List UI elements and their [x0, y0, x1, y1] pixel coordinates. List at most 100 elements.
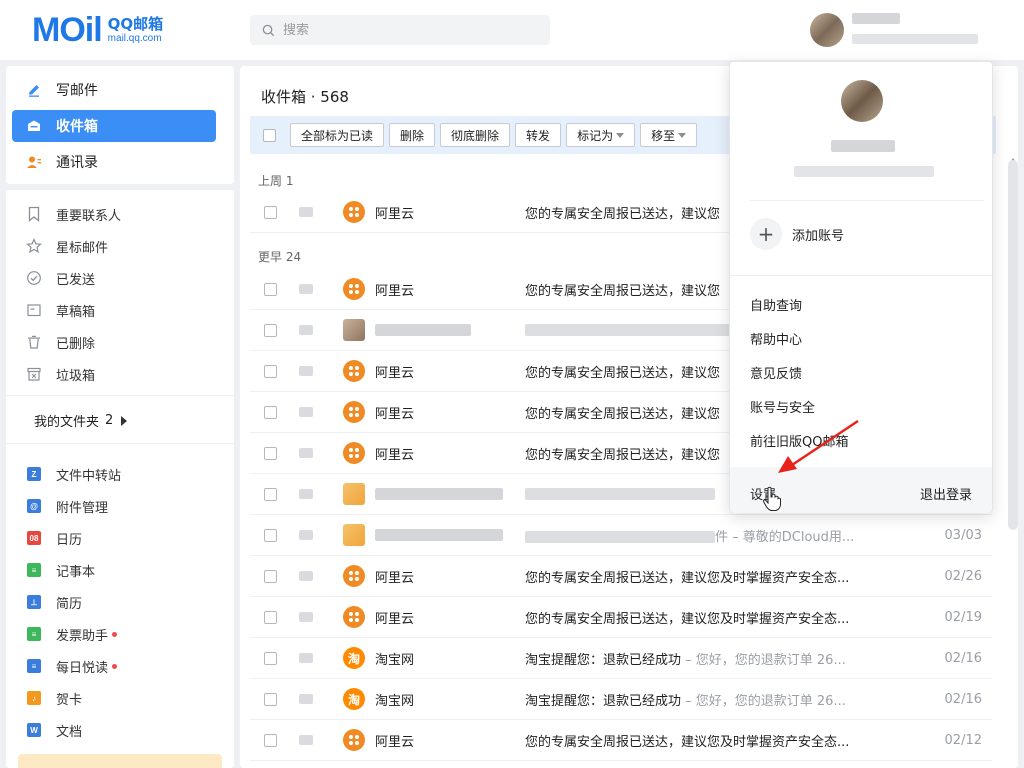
mail-row[interactable]: 淘 淘宝网 淘宝提醒您：退款已经成功 – 您好，您的退款订单 26... 02/… — [250, 638, 992, 679]
expand-arrow-icon — [121, 415, 128, 426]
move-to-dropdown[interactable]: 移至 — [640, 123, 698, 147]
row-checkbox[interactable] — [264, 569, 277, 583]
contacts-icon — [26, 154, 42, 170]
promo-banner[interactable] — [18, 754, 222, 768]
mail-row[interactable]: 阿里云 您的专属安全周报已送达，建议您及时掌握资产安全态... 02/19 — [250, 597, 992, 638]
envelope-icon — [299, 653, 313, 663]
row-checkbox[interactable] — [264, 487, 277, 501]
mark-as-dropdown[interactable]: 标记为 — [566, 123, 636, 147]
sidebar-item-deleted[interactable]: 已删除 — [26, 330, 95, 354]
sidebar-item-notepad[interactable]: ≡ 记事本 — [26, 558, 95, 582]
row-checkbox[interactable] — [264, 205, 277, 219]
row-checkbox[interactable] — [264, 610, 277, 624]
sidebar-item-label: 已删除 — [56, 336, 96, 352]
sidebar-item-documents[interactable]: W 文档 — [26, 718, 82, 742]
mail-subject: 您的专属安全周报已送达，建议您及时掌握资产安全态... — [525, 570, 850, 586]
sidebar-item-label: 附件管理 — [56, 500, 109, 516]
logo-title: QQ邮箱 — [107, 14, 164, 33]
logout-link[interactable]: 退出登录 — [920, 484, 972, 503]
select-all-checkbox[interactable] — [263, 128, 276, 142]
menu-item-feedback[interactable]: 意见反馈 — [750, 363, 802, 382]
row-checkbox[interactable] — [264, 733, 277, 747]
envelope-icon — [299, 612, 313, 622]
search-icon — [262, 24, 275, 36]
qq-mail-logo[interactable]: MOil QQ邮箱 mail.qq.com — [32, 10, 163, 50]
mail-row[interactable]: 淘 淘宝网 淘宝提醒您：退款已经成功 – 您好，您的退款订单 26... 02/… — [250, 679, 992, 720]
mail-row[interactable]: 阿里云 您的专属安全周报已送达，建议您及时掌握资产安全态... 02/12 — [250, 720, 992, 761]
sidebar-item-vip-contacts[interactable]: 重要联系人 — [26, 202, 121, 226]
my-folders-label: 我的文件夹 — [34, 415, 100, 430]
star-icon — [26, 238, 42, 254]
sidebar-item-invoice[interactable]: ≡ 发票助手 — [26, 622, 118, 646]
aliyun-logo-icon — [343, 360, 365, 382]
search-input[interactable] — [283, 22, 523, 38]
menu-item-account-security[interactable]: 账号与安全 — [750, 397, 815, 416]
sidebar-item-attachments[interactable]: @ 附件管理 — [26, 494, 108, 518]
envelope-icon — [299, 489, 313, 499]
row-checkbox[interactable] — [264, 405, 277, 419]
mail-row[interactable]: 阿里云 您的专属安全周报已送达，建议您及时掌握资产安全态... 02/26 — [250, 556, 992, 597]
mark-as-label: 标记为 — [577, 128, 614, 143]
sidebar-item-label: 已发送 — [56, 272, 96, 288]
sidebar-item-label: 每日悦读 — [56, 660, 109, 676]
add-account-button[interactable]: + 添加账号 — [750, 218, 844, 250]
aliyun-logo-icon — [343, 401, 365, 423]
delete-button[interactable]: 删除 — [389, 123, 436, 147]
user-info-blurred[interactable] — [852, 12, 978, 44]
mail-sender-blurred — [375, 488, 525, 500]
search-box[interactable] — [250, 15, 550, 45]
mail-sender: 淘宝网 — [375, 652, 415, 668]
mail-preview: – 您好，您的退款订单 26... — [681, 693, 846, 709]
sidebar-item-label: 星标邮件 — [56, 240, 109, 256]
my-folders-toggle[interactable]: 我的文件夹 2 — [34, 411, 128, 430]
mail-preview: 件 – 尊敬的DCloud用... — [715, 529, 855, 545]
mail-date: 02/26 — [944, 568, 982, 584]
mark-all-read-button[interactable]: 全部标为已读 — [290, 123, 385, 147]
envelope-icon — [299, 735, 313, 745]
sidebar-item-resume[interactable]: ⊥ 简历 — [26, 590, 82, 614]
sidebar-item-greeting-card[interactable]: ♪ 贺卡 — [26, 686, 82, 710]
row-checkbox[interactable] — [264, 364, 277, 378]
envelope-icon — [299, 530, 313, 540]
sender-avatar-blurred — [343, 319, 365, 341]
invoice-icon: ≡ — [27, 627, 41, 641]
sidebar-item-label: 简历 — [56, 596, 83, 612]
mail-row[interactable]: 件 – 尊敬的DCloud用... 03/03 — [250, 515, 992, 556]
user-avatar[interactable] — [810, 13, 844, 47]
aliyun-logo-icon — [343, 606, 365, 628]
sidebar-item-file-transfer[interactable]: Z 文件中转站 — [26, 462, 121, 486]
sidebar-item-starred[interactable]: 星标邮件 — [26, 234, 108, 258]
sidebar-item-daily-reading[interactable]: ≡ 每日悦读 — [26, 654, 118, 678]
red-annotation-arrow-icon — [778, 419, 859, 473]
chevron-down-icon — [616, 132, 625, 138]
menu-item-self-service[interactable]: 自助查询 — [750, 295, 802, 314]
mail-date: 02/16 — [944, 650, 982, 666]
sidebar-item-label: 文档 — [56, 724, 83, 740]
envelope-icon — [299, 325, 313, 335]
sidebar-item-contacts[interactable]: 通讯录 — [12, 146, 216, 178]
sidebar-item-compose[interactable]: 写邮件 — [12, 74, 216, 106]
scrollbar-thumb[interactable] — [1008, 160, 1018, 530]
menu-item-help-center[interactable]: 帮助中心 — [750, 329, 802, 348]
sidebar-item-drafts[interactable]: 草稿箱 — [26, 298, 95, 322]
row-checkbox[interactable] — [264, 323, 277, 337]
sidebar-item-calendar[interactable]: 08 日历 — [26, 526, 82, 550]
pencil-icon — [26, 82, 42, 98]
sidebar-item-spam[interactable]: 垃圾箱 — [26, 362, 95, 386]
forward-button[interactable]: 转发 — [515, 123, 562, 147]
logo-subtitle: mail.qq.com — [107, 32, 162, 44]
row-checkbox[interactable] — [264, 528, 277, 542]
mail-sender: 阿里云 — [375, 611, 415, 627]
sidebar-item-inbox[interactable]: 收件箱 — [12, 110, 216, 142]
row-checkbox[interactable] — [264, 651, 277, 665]
top-header: MOil QQ邮箱 mail.qq.com — [0, 0, 1024, 60]
row-checkbox[interactable] — [264, 692, 277, 706]
notification-dot — [112, 663, 118, 669]
row-checkbox[interactable] — [264, 446, 277, 460]
row-checkbox[interactable] — [264, 282, 277, 296]
sidebar-item-sent[interactable]: 已发送 — [26, 266, 95, 290]
reading-icon: ≡ — [27, 659, 41, 673]
delete-permanently-button[interactable]: 彻底删除 — [440, 123, 511, 147]
envelope-icon — [299, 694, 313, 704]
sender-avatar-blurred — [343, 483, 365, 505]
